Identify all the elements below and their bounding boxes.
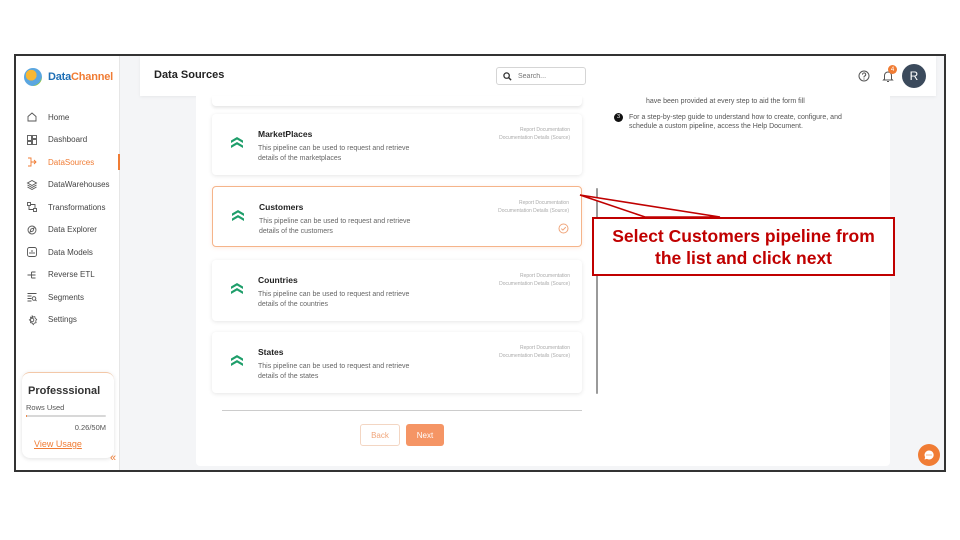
top-header: Data Sources 4 R bbox=[140, 56, 936, 96]
view-usage-link[interactable]: View Usage bbox=[34, 439, 82, 449]
pipeline-card-marketplaces[interactable]: MarketPlaces This pipeline can be used t… bbox=[212, 114, 582, 175]
segments-icon bbox=[26, 291, 38, 303]
sidebar-item-label: Settings bbox=[48, 315, 77, 325]
divider bbox=[222, 410, 582, 411]
chat-icon bbox=[924, 450, 934, 460]
pipeline-links: Report Documentation Documentation Detai… bbox=[499, 344, 570, 360]
sidebar-item-label: Dashboard bbox=[48, 135, 88, 145]
pipeline-card-customers[interactable]: Customers This pipeline can be used to r… bbox=[212, 186, 582, 247]
instruction-callout: Select Customers pipeline from the list … bbox=[592, 217, 895, 276]
avatar[interactable]: R bbox=[902, 64, 926, 88]
help-icon[interactable] bbox=[858, 70, 870, 82]
sidebar-item-datawarehouses[interactable]: DataWarehouses bbox=[16, 174, 120, 197]
usage-progress-bar bbox=[26, 415, 106, 417]
collapse-sidebar-icon[interactable]: « bbox=[110, 452, 116, 464]
pipeline-description: This pipeline can be used to request and… bbox=[258, 291, 410, 308]
logo-text-primary: Data bbox=[48, 71, 72, 83]
pipeline-icon bbox=[231, 283, 243, 294]
pipeline-links: Report Documentation Documentation Detai… bbox=[499, 126, 570, 142]
sidebar-item-label: Data Models bbox=[48, 247, 93, 257]
documentation-details-link[interactable]: Documentation Details (Source) bbox=[498, 207, 569, 215]
report-documentation-link[interactable]: Report Documentation bbox=[498, 199, 569, 207]
pipeline-description: This pipeline can be used to request and… bbox=[258, 145, 410, 162]
content-panel: MarketPlaces This pipeline can be used t… bbox=[196, 96, 890, 466]
report-documentation-link[interactable]: Report Documentation bbox=[499, 272, 570, 280]
search-icon bbox=[503, 71, 512, 81]
notification-badge: 4 bbox=[888, 65, 897, 74]
sidebar-item-label: Home bbox=[48, 112, 70, 122]
back-button[interactable]: Back bbox=[360, 424, 400, 446]
pipeline-links: Report Documentation Documentation Detai… bbox=[499, 272, 570, 288]
usage-progress-fill bbox=[26, 415, 27, 417]
plan-title: Professsional bbox=[28, 385, 101, 397]
instruction-step: 3 For a step-by-step guide to understand… bbox=[614, 113, 849, 131]
pipeline-title: Countries bbox=[258, 275, 298, 285]
warehouse-icon bbox=[26, 179, 38, 191]
pipeline-title: Customers bbox=[259, 202, 304, 212]
explorer-icon bbox=[26, 224, 38, 236]
chat-button[interactable] bbox=[918, 444, 940, 466]
sidebar-item-dashboard[interactable]: Dashboard bbox=[16, 129, 120, 152]
check-circle-icon bbox=[558, 223, 569, 234]
pipeline-icon bbox=[231, 137, 243, 148]
sidebar-item-datasources[interactable]: DataSources bbox=[16, 151, 120, 174]
sidebar-item-settings[interactable]: Settings bbox=[16, 309, 120, 332]
sidebar-item-label: Segments bbox=[48, 292, 85, 302]
documentation-details-link[interactable]: Documentation Details (Source) bbox=[499, 134, 570, 142]
pipeline-links: Report Documentation Documentation Detai… bbox=[498, 199, 569, 215]
transformations-icon bbox=[26, 201, 38, 213]
search-box[interactable] bbox=[496, 67, 586, 85]
next-button[interactable]: Next bbox=[406, 424, 444, 446]
report-documentation-link[interactable]: Report Documentation bbox=[499, 344, 570, 352]
sidebar-item-label: DataSources bbox=[48, 157, 95, 167]
pipeline-description: This pipeline can be used to request and… bbox=[258, 363, 410, 380]
sidebar-item-label: Transformations bbox=[48, 202, 106, 212]
sidebar-item-label: DataWarehouses bbox=[48, 180, 110, 190]
sidebar-item-data-explorer[interactable]: Data Explorer bbox=[16, 219, 120, 242]
pipeline-title: States bbox=[258, 347, 284, 357]
pipeline-icon bbox=[231, 355, 243, 366]
datachannel-logo-icon bbox=[24, 68, 42, 86]
datasources-icon bbox=[26, 156, 38, 168]
documentation-details-link[interactable]: Documentation Details (Source) bbox=[499, 280, 570, 288]
pipeline-card-countries[interactable]: Countries This pipeline can be used to r… bbox=[212, 260, 582, 321]
sidebar-item-data-models[interactable]: Data Models bbox=[16, 241, 120, 264]
sidebar: DataChannel Home Dashboard DataSources D… bbox=[16, 56, 120, 470]
models-icon bbox=[26, 246, 38, 258]
rows-used-label: Rows Used bbox=[26, 403, 65, 412]
instruction-step-text: For a step-by-step guide to understand h… bbox=[629, 114, 842, 130]
sidebar-item-segments[interactable]: Segments bbox=[16, 286, 120, 309]
sidebar-item-transformations[interactable]: Transformations bbox=[16, 196, 120, 219]
logo[interactable]: DataChannel bbox=[24, 68, 113, 86]
instruction-partial-line: have been provided at every step to aid … bbox=[646, 98, 805, 105]
search-input[interactable] bbox=[518, 72, 580, 80]
logo-text: DataChannel bbox=[48, 71, 113, 83]
usage-count: 0.26/50M bbox=[74, 423, 106, 432]
plan-card: Professsional Rows Used 0.26/50M View Us… bbox=[22, 372, 114, 458]
logo-text-accent: Channel bbox=[71, 71, 114, 83]
sidebar-item-label: Data Explorer bbox=[48, 225, 97, 235]
page-title: Data Sources bbox=[154, 69, 225, 81]
step-number-badge: 3 bbox=[614, 113, 623, 122]
dashboard-icon bbox=[26, 134, 38, 146]
pipeline-card-states[interactable]: States This pipeline can be used to requ… bbox=[212, 332, 582, 393]
home-icon bbox=[26, 111, 38, 123]
sidebar-item-label: Reverse ETL bbox=[48, 270, 95, 280]
pipeline-card-partial bbox=[212, 96, 582, 106]
pipeline-icon bbox=[232, 210, 244, 221]
reverse-etl-icon bbox=[26, 269, 38, 281]
pipeline-title: MarketPlaces bbox=[258, 129, 313, 139]
sidebar-item-reverse-etl[interactable]: Reverse ETL bbox=[16, 264, 120, 287]
sidebar-item-home[interactable]: Home bbox=[16, 106, 120, 129]
settings-icon bbox=[26, 314, 38, 326]
documentation-details-link[interactable]: Documentation Details (Source) bbox=[499, 352, 570, 360]
sidebar-nav: Home Dashboard DataSources DataWarehouse… bbox=[16, 106, 120, 331]
report-documentation-link[interactable]: Report Documentation bbox=[499, 126, 570, 134]
pipeline-description: This pipeline can be used to request and… bbox=[259, 218, 411, 235]
